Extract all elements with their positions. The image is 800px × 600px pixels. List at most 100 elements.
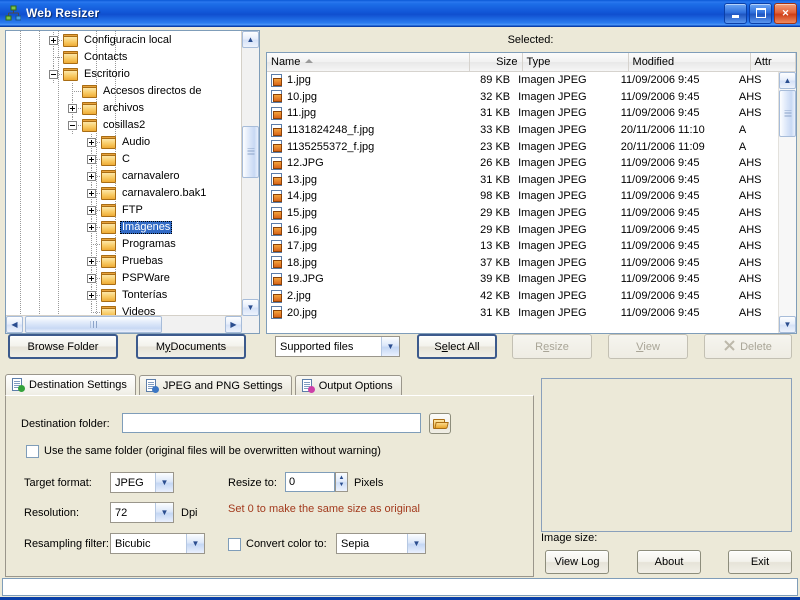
tree-item-cosillas2[interactable]: cosillas2 <box>6 117 242 134</box>
tree-expander-plus-icon[interactable] <box>82 253 101 270</box>
tree-item-c[interactable]: C <box>6 151 242 168</box>
table-row[interactable]: 1135255372_f.jpg 23 KB Imagen JPEG 20/11/20… <box>267 138 779 155</box>
settings-tabstrip[interactable]: Destination Settings JPEG and PNG Setting… <box>5 374 532 396</box>
file-list-header[interactable]: Name Size Type Modified Attr <box>267 53 796 72</box>
file-list-vertical-scrollbar[interactable]: ▲ ▼ <box>778 72 796 333</box>
spinner-down-icon[interactable]: ▼ <box>339 482 345 489</box>
table-row[interactable]: 12.JPG 26 KB Imagen JPEG 11/09/2006 9:45 AHS <box>267 155 779 172</box>
pixels-label: Pixels <box>354 477 384 489</box>
view-log-button[interactable]: View Log <box>545 550 609 574</box>
tree-item-pruebas[interactable]: Pruebas <box>6 253 242 270</box>
spinner-up-icon[interactable]: ▲ <box>339 475 345 482</box>
tree-expander-plus-icon[interactable] <box>82 168 101 185</box>
tree-item-ftp[interactable]: FTP <box>6 202 242 219</box>
chevron-down-icon[interactable]: ▼ <box>155 473 173 492</box>
table-row[interactable]: 15.jpg 29 KB Imagen JPEG 11/09/2006 9:45 AHS <box>267 205 779 222</box>
about-button[interactable]: About <box>637 550 701 574</box>
view-button[interactable]: View <box>608 334 688 359</box>
delete-button[interactable]: Delete <box>704 334 792 359</box>
select-all-button[interactable]: Se lect All <box>417 334 497 359</box>
tree-item-programas[interactable]: Programas <box>6 236 242 253</box>
tree-item-archivos[interactable]: archivos <box>6 100 242 117</box>
table-row[interactable]: 18.jpg 37 KB Imagen JPEG 11/09/2006 9:45 AHS <box>267 255 779 272</box>
tree-expander-plus-icon[interactable] <box>82 151 101 168</box>
close-button[interactable]: ✕ <box>774 2 797 24</box>
column-header-type[interactable]: Type <box>523 53 629 71</box>
resize-button[interactable]: Re size <box>512 334 592 359</box>
tree-horizontal-scrollbar[interactable]: ◀ ▶ <box>6 315 242 333</box>
browse-folder-button[interactable]: Browse Folder <box>8 334 118 359</box>
resize-to-input[interactable]: 0 <box>285 472 335 492</box>
tree-scroll-up-button[interactable]: ▲ <box>242 31 259 48</box>
tree-expander-plus-icon[interactable] <box>82 202 101 219</box>
tree-scroll-left-button[interactable]: ◀ <box>6 316 23 333</box>
tree-item-carnavalero[interactable]: carnavalero <box>6 168 242 185</box>
folder-tree[interactable]: Configuracin local Contacts Escritorio Acce… <box>5 30 260 334</box>
list-scroll-up-button[interactable]: ▲ <box>779 72 796 89</box>
list-scroll-down-button[interactable]: ▼ <box>779 316 796 333</box>
file-list[interactable]: Name Size Type Modified Attr 1.jpg 89 KB Image… <box>266 52 797 334</box>
tree-hscroll-thumb[interactable] <box>25 316 162 333</box>
chevron-down-icon[interactable]: ▼ <box>381 337 399 356</box>
column-header-attr[interactable]: Attr <box>751 53 796 71</box>
tree-scroll-right-button[interactable]: ▶ <box>225 316 242 333</box>
tab-output-options[interactable]: Output Options <box>294 375 402 396</box>
tree-item-accesos-directos-de[interactable]: Accesos directos de <box>6 83 242 100</box>
tree-item-escritorio[interactable]: Escritorio <box>6 66 242 83</box>
table-row[interactable]: 17.jpg 13 KB Imagen JPEG 11/09/2006 9:45 AHS <box>267 238 779 255</box>
destination-folder-input[interactable] <box>122 413 421 433</box>
file-filter-combo[interactable]: Supported files ▼ <box>275 336 400 357</box>
chevron-down-icon[interactable]: ▼ <box>155 503 173 522</box>
my-documents-button[interactable]: My Documents <box>136 334 246 359</box>
tree-item-pspware[interactable]: PSPWare <box>6 270 242 287</box>
column-header-modified[interactable]: Modified <box>629 53 751 71</box>
table-row[interactable]: 2.jpg 42 KB Imagen JPEG 11/09/2006 9:45 AHS <box>267 288 779 305</box>
tree-item-tonter-as[interactable]: Tonterías <box>6 287 242 304</box>
table-row[interactable]: 1.jpg 89 KB Imagen JPEG 11/09/2006 9:45 AHS <box>267 72 779 89</box>
tree-expander-plus-icon[interactable] <box>82 134 101 151</box>
tree-expander-plus-icon[interactable] <box>44 32 63 49</box>
tree-item-audio[interactable]: Audio <box>6 134 242 151</box>
tree-expander-plus-icon[interactable] <box>82 219 101 236</box>
tree-vscroll-thumb[interactable] <box>242 126 259 178</box>
table-row[interactable]: 1131824248_f.jpg 33 KB Imagen JPEG 20/11/20… <box>267 122 779 139</box>
list-vscroll-thumb[interactable] <box>779 90 796 137</box>
tree-scroll-down-button[interactable]: ▼ <box>242 299 259 316</box>
tab-jpeg-and-png-settings[interactable]: JPEG and PNG Settings <box>138 375 292 396</box>
chevron-down-icon[interactable]: ▼ <box>407 534 425 553</box>
exit-button[interactable]: Exit <box>728 550 792 574</box>
use-same-folder-checkbox[interactable] <box>26 445 39 458</box>
tree-item-im-genes[interactable]: Imágenes <box>6 219 242 236</box>
browse-destination-button[interactable] <box>429 413 451 434</box>
maximize-button[interactable] <box>749 2 772 24</box>
table-row[interactable]: 16.jpg 29 KB Imagen JPEG 11/09/2006 9:45 AHS <box>267 221 779 238</box>
tree-expander-plus-icon[interactable] <box>82 270 101 287</box>
column-header-name[interactable]: Name <box>267 53 470 71</box>
tree-expander-plus-icon[interactable] <box>82 185 101 202</box>
tree-expander-plus-icon[interactable] <box>63 100 82 117</box>
tree-vertical-scrollbar[interactable]: ▲ ▼ <box>241 31 259 316</box>
minimize-button[interactable] <box>724 2 747 24</box>
file-list-body[interactable]: 1.jpg 89 KB Imagen JPEG 11/09/2006 9:45 AHS 1… <box>267 72 779 333</box>
convert-color-checkbox[interactable] <box>228 538 241 551</box>
column-header-size[interactable]: Size <box>470 53 523 71</box>
table-row[interactable]: 19.JPG 39 KB Imagen JPEG 11/09/2006 9:45 AHS <box>267 271 779 288</box>
table-row[interactable]: 14.jpg 98 KB Imagen JPEG 11/09/2006 9:45 AHS <box>267 188 779 205</box>
convert-color-combo[interactable]: Sepia ▼ <box>336 533 426 554</box>
tree-item-contacts[interactable]: Contacts <box>6 49 242 66</box>
target-format-combo[interactable]: JPEG ▼ <box>110 472 174 493</box>
tree-item-configuracin-local[interactable]: Configuracin local <box>6 32 242 49</box>
tree-expander-minus-icon[interactable] <box>63 117 82 134</box>
resize-to-spinner[interactable]: ▲ ▼ <box>335 472 348 492</box>
table-row[interactable]: 10.jpg 32 KB Imagen JPEG 11/09/2006 9:45 AHS <box>267 89 779 106</box>
tree-expander-minus-icon[interactable] <box>44 66 63 83</box>
resampling-filter-combo[interactable]: Bicubic ▼ <box>110 533 205 554</box>
chevron-down-icon[interactable]: ▼ <box>186 534 204 553</box>
resolution-combo[interactable]: 72 ▼ <box>110 502 174 523</box>
tab-destination-settings[interactable]: Destination Settings <box>5 374 136 396</box>
tree-expander-plus-icon[interactable] <box>82 287 101 304</box>
table-row[interactable]: 20.jpg 31 KB Imagen JPEG 11/09/2006 9:45 AHS <box>267 304 779 321</box>
table-row[interactable]: 11.jpg 31 KB Imagen JPEG 11/09/2006 9:45 AHS <box>267 105 779 122</box>
table-row[interactable]: 13.jpg 31 KB Imagen JPEG 11/09/2006 9:45 AHS <box>267 172 779 189</box>
tree-item-carnavalero-bak1[interactable]: carnavalero.bak1 <box>6 185 242 202</box>
